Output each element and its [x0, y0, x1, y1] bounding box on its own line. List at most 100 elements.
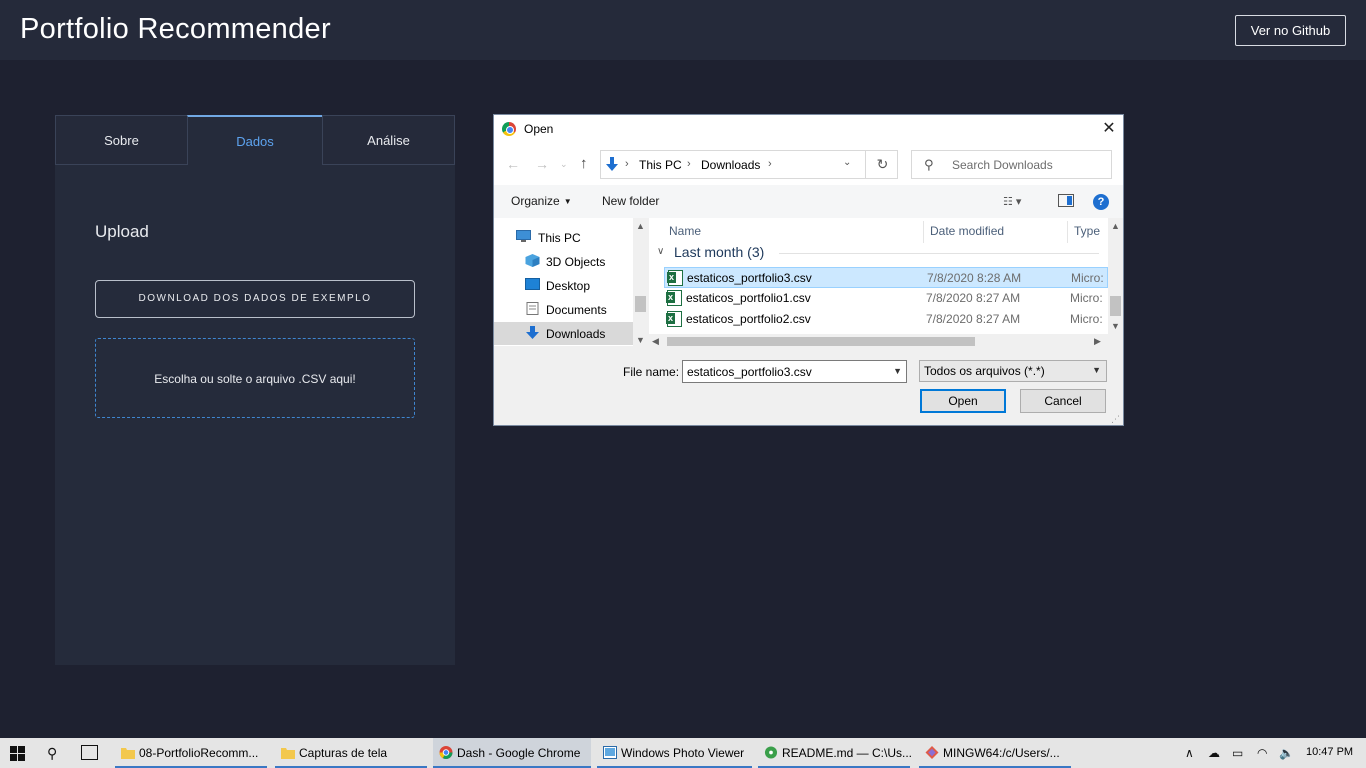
group-header[interactable]: Last month (3) [674, 244, 764, 260]
search-placeholder: Search Downloads [952, 158, 1053, 172]
download-arrow-icon [526, 326, 539, 339]
show-hidden-icons-icon[interactable]: ∧ [1185, 746, 1194, 760]
clock[interactable]: 10:47 PM [1306, 746, 1353, 758]
scroll-thumb[interactable] [1110, 296, 1121, 316]
desktop-icon [525, 278, 540, 290]
nav-item-desktop[interactable]: Desktop [494, 274, 633, 297]
file-name: estaticos_portfolio1.csv [686, 291, 811, 305]
nav-pane-scrollbar[interactable]: ▲ ▼ [633, 218, 648, 346]
nav-item-downloads[interactable]: Downloads [494, 322, 633, 345]
search-icon: ⚲ [924, 157, 934, 172]
taskbar-item-label: Dash - Google Chrome [457, 746, 581, 760]
dialog-close-button[interactable]: ✕ [1098, 118, 1120, 140]
nav-item-3d-objects[interactable]: 3D Objects [494, 250, 633, 273]
file-name-label: File name: [623, 365, 680, 379]
chevron-down-icon[interactable]: ∨ [657, 246, 664, 257]
column-divider[interactable] [923, 221, 924, 243]
csv-dropzone[interactable]: Escolha ou solte o arquivo .CSV aqui! [95, 338, 415, 418]
download-sample-button[interactable]: DOWNLOAD DOS DADOS DE EXEMPLO [95, 280, 415, 318]
file-list-horizontal-scrollbar[interactable]: ◀ ▶ [649, 334, 1108, 349]
scroll-up-icon[interactable]: ▲ [1111, 221, 1120, 231]
battery-icon[interactable]: ▭ [1232, 746, 1243, 760]
change-view-icon[interactable]: ☷ ▾ [1003, 195, 1021, 208]
search-icon[interactable]: ⚲ [47, 745, 57, 762]
organize-menu[interactable]: Organize ▼ [511, 194, 572, 208]
windows-start-icon[interactable] [10, 746, 26, 761]
taskbar-item[interactable]: Dash - Google Chrome [433, 738, 591, 768]
back-arrow-icon[interactable]: ← [506, 156, 520, 172]
recent-locations-icon[interactable]: ⌄ [560, 159, 568, 170]
upload-heading: Upload [95, 222, 149, 241]
file-name: estaticos_portfolio2.csv [686, 312, 811, 326]
breadcrumb-this-pc[interactable]: This PC [639, 158, 682, 172]
breadcrumb-separator-icon: › [768, 158, 772, 170]
nav-item-documents[interactable]: Documents [494, 298, 633, 321]
nav-item-label: Documents [546, 303, 607, 317]
file-list-vertical-scrollbar[interactable]: ▲ ▼ [1108, 218, 1123, 334]
dialog-titlebar: Open ✕ [494, 115, 1123, 143]
help-icon[interactable]: ? [1093, 194, 1109, 210]
cancel-button[interactable]: Cancel [1020, 389, 1106, 413]
scroll-down-icon[interactable]: ▼ [1111, 321, 1120, 331]
file-type-select[interactable]: Todos os arquivos (*.*) ▼ [919, 360, 1107, 382]
file-name: estaticos_portfolio3.csv [687, 271, 812, 285]
tab-analise[interactable]: Análise [322, 115, 455, 165]
scroll-thumb[interactable] [667, 337, 975, 346]
resize-grip-icon[interactable]: ⋰ [1111, 414, 1120, 425]
taskbar-item-label: README.md — C:\Us... [782, 746, 913, 760]
atom-icon [764, 746, 778, 759]
search-downloads-input[interactable]: ⚲ Search Downloads [911, 150, 1112, 179]
scroll-up-icon[interactable]: ▲ [636, 221, 645, 231]
cube-icon [525, 254, 540, 267]
nav-item-label: 3D Objects [546, 255, 606, 269]
chevron-down-icon: ▼ [1092, 365, 1101, 375]
chevron-down-icon[interactable]: ⌄ [843, 157, 851, 168]
tab-dados[interactable]: Dados [187, 115, 323, 165]
file-type: Micro: [1071, 271, 1104, 285]
taskbar-item[interactable]: Capturas de tela [275, 738, 427, 768]
scroll-right-icon[interactable]: ▶ [1094, 336, 1101, 347]
address-bar[interactable]: › This PC › Downloads › ⌄ ↻ [600, 150, 898, 179]
nav-item-this-pc[interactable]: This PC [494, 226, 633, 249]
onedrive-cloud-icon[interactable]: ☁ [1208, 746, 1220, 760]
taskbar-item[interactable]: README.md — C:\Us... [758, 738, 913, 768]
column-header-name[interactable]: Name [669, 224, 701, 238]
column-divider[interactable] [1067, 221, 1068, 243]
file-row[interactable]: estaticos_portfolio1.csv 7/8/2020 8:27 A… [664, 288, 1108, 309]
file-type: Micro: [1070, 312, 1103, 326]
up-arrow-icon[interactable]: ↑ [580, 155, 588, 172]
excel-csv-icon [667, 270, 683, 286]
taskbar-item[interactable]: Windows Photo Viewer [597, 738, 752, 768]
forward-arrow-icon[interactable]: → [535, 156, 549, 172]
app-header: Portfolio Recommender Ver no Github [0, 0, 1366, 60]
task-view-icon[interactable] [81, 745, 98, 760]
app-title: Portfolio Recommender [20, 13, 331, 45]
volume-icon[interactable]: 🔈 [1279, 746, 1294, 760]
tab-sobre[interactable]: Sobre [55, 115, 188, 165]
wifi-icon[interactable]: ◠ [1257, 746, 1267, 760]
taskbar-item[interactable]: MINGW64:/c/Users/... [919, 738, 1071, 768]
taskbar-item-label: Windows Photo Viewer [621, 746, 745, 760]
file-name-input[interactable]: estaticos_portfolio3.csv ▼ [682, 360, 907, 383]
taskbar-item-label: Capturas de tela [299, 746, 388, 760]
documents-icon [526, 302, 539, 315]
taskbar-item[interactable]: 08-PortfolioRecomm... [115, 738, 267, 768]
navigation-pane: This PC 3D Objects Desktop Documents Dow… [494, 218, 633, 346]
breadcrumb-downloads[interactable]: Downloads [701, 158, 760, 172]
file-row[interactable]: estaticos_portfolio2.csv 7/8/2020 8:27 A… [664, 309, 1108, 330]
chevron-down-icon[interactable]: ▼ [893, 366, 902, 376]
new-folder-button[interactable]: New folder [602, 194, 659, 208]
scroll-left-icon[interactable]: ◀ [652, 336, 659, 347]
scroll-down-icon[interactable]: ▼ [636, 335, 645, 345]
photo-viewer-icon [603, 746, 617, 759]
github-button[interactable]: Ver no Github [1235, 15, 1346, 46]
refresh-icon[interactable]: ↻ [865, 151, 899, 178]
group-divider [779, 253, 1099, 254]
open-button[interactable]: Open [920, 389, 1006, 413]
column-header-type[interactable]: Type [1074, 224, 1100, 238]
scroll-thumb[interactable] [635, 296, 646, 312]
preview-pane-icon[interactable] [1058, 194, 1074, 207]
file-row[interactable]: estaticos_portfolio3.csv 7/8/2020 8:28 A… [664, 267, 1108, 288]
file-list-pane: Name Date modified Type ∨ Last month (3)… [649, 218, 1108, 346]
column-header-date[interactable]: Date modified [930, 224, 1004, 238]
